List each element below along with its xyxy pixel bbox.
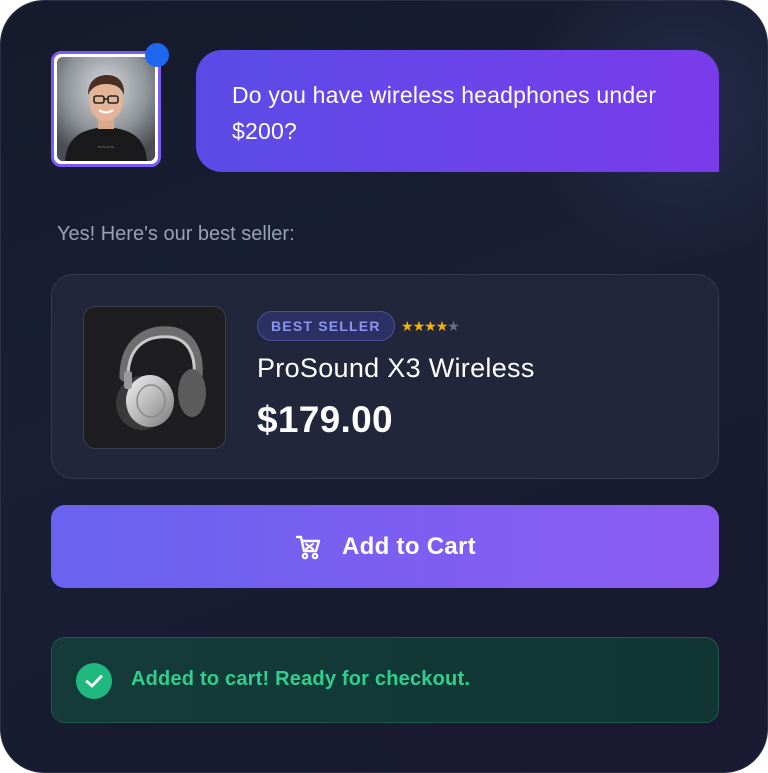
cart-icon	[294, 533, 322, 561]
star-icon: ★	[412, 318, 426, 334]
add-to-cart-label: Add to Cart	[342, 532, 476, 560]
product-price: $179.00	[257, 399, 393, 440]
avatar-portrait: ~~~~	[57, 57, 155, 161]
avatar-photo: ~~~~	[57, 57, 155, 161]
product-card[interactable]: BEST SELLER ★★★★★ ProSound X3 Wireless $…	[51, 274, 719, 479]
product-image[interactable]	[83, 306, 226, 449]
star-icon: ★	[424, 318, 437, 334]
assistant-reply-text: Yes! Here's our best seller:	[57, 223, 295, 245]
product-name[interactable]: ProSound X3 Wireless	[257, 353, 535, 384]
star-empty-icon: ★	[447, 318, 460, 334]
chat-card: ~~~~ Do you have wireless headphones und…	[0, 0, 768, 773]
headphones-icon	[116, 326, 206, 430]
online-status-icon	[145, 43, 169, 67]
user-message-text: Do you have wireless headphones under $2…	[232, 82, 657, 144]
success-toast: Added to cart! Ready for checkout.	[51, 637, 719, 723]
check-circle-icon	[76, 663, 112, 699]
rating-stars: ★★★★★	[401, 317, 460, 335]
add-to-cart-button[interactable]: Add to Cart	[51, 505, 719, 588]
star-icon: ★	[435, 318, 449, 334]
avatar[interactable]: ~~~~	[51, 51, 161, 167]
toast-message: Added to cart! Ready for checkout.	[131, 668, 471, 690]
star-icon: ★	[401, 318, 414, 334]
user-message-bubble: Do you have wireless headphones under $2…	[196, 50, 719, 172]
best-seller-badge: BEST SELLER	[257, 311, 395, 341]
svg-text:~~~~: ~~~~	[98, 145, 115, 151]
